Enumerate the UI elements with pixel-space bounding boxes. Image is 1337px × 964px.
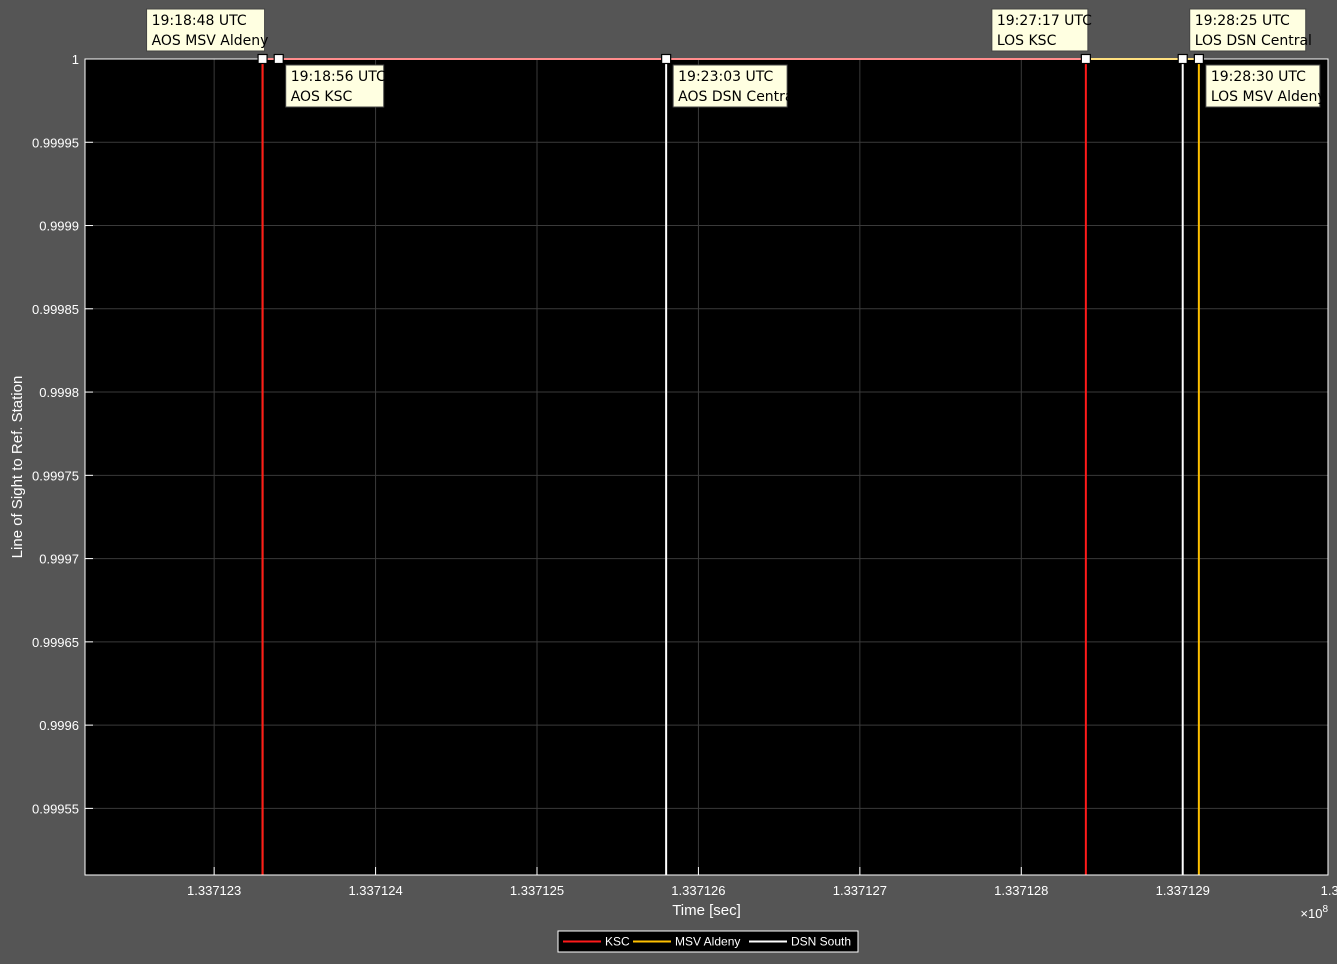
y-tick-label: 0.99995 <box>32 135 79 150</box>
x-tick-label: 1.337124 <box>348 883 402 898</box>
x-axis-exponent-base: ×10 <box>1300 906 1322 921</box>
legend-label: MSV Aldeny <box>675 935 740 949</box>
x-tick-label: 1.33713 <box>1321 883 1337 898</box>
y-tick-label: 1 <box>72 52 79 67</box>
datatip[interactable]: 19:18:48 UTC AOS MSV Aldeny <box>146 8 269 65</box>
y-tick-label: 0.9998 <box>39 385 79 400</box>
datatip-marker[interactable] <box>1080 53 1091 65</box>
datatip-event: AOS MSV Aldeny <box>152 33 269 49</box>
datatip[interactable]: 19:27:17 UTC LOS KSC <box>991 8 1092 65</box>
x-tick-label: 1.337126 <box>671 883 725 898</box>
x-tick-label: 1.337128 <box>994 883 1048 898</box>
x-tick-label: 1.337127 <box>833 883 887 898</box>
x-axis-exponent-power: 8 <box>1322 904 1328 915</box>
datatip-marker[interactable] <box>273 53 284 65</box>
datatip-marker[interactable] <box>661 53 672 65</box>
datatip-marker[interactable] <box>1193 53 1204 65</box>
datatip-marker[interactable] <box>1177 53 1188 65</box>
datatip-time: 19:27:17 UTC <box>997 13 1092 29</box>
y-tick-label: 0.9996 <box>39 718 79 733</box>
datatip-time: 19:23:03 UTC <box>678 69 773 85</box>
x-tick-label: 1.337129 <box>1156 883 1210 898</box>
legend-label: KSC <box>605 935 630 949</box>
y-tick-label: 0.9999 <box>39 219 79 234</box>
datatip-time: 19:28:30 UTC <box>1211 69 1306 85</box>
x-tick-label: 1.337125 <box>510 883 564 898</box>
datatip-time: 19:18:48 UTC <box>152 13 247 29</box>
chart-svg: 1.337123 1.337124 1.337125 1.337126 1.337127… <box>9 8 1337 953</box>
legend-label: DSN South <box>791 935 851 949</box>
y-tick-label: 0.99965 <box>32 635 79 650</box>
y-tick-label: 0.9997 <box>39 552 79 567</box>
y-tick-label: 0.99985 <box>32 302 79 317</box>
datatip-event: AOS DSN Central <box>678 89 797 105</box>
x-axis-label: Time [sec] <box>672 902 741 919</box>
y-tick-label: 0.99955 <box>32 801 79 816</box>
datatip-time: 19:18:56 UTC <box>291 69 386 85</box>
datatip-event: LOS DSN Central <box>1195 33 1312 49</box>
x-tick-label: 1.337123 <box>187 883 241 898</box>
datatip-event: AOS KSC <box>291 89 353 105</box>
plot-area <box>85 59 1328 875</box>
datatip-event: LOS KSC <box>997 33 1057 49</box>
datatip-marker[interactable] <box>257 53 268 65</box>
y-axis-label: Line of Sight to Ref. Station <box>9 376 26 559</box>
x-axis-exponent: ×108 <box>1300 904 1328 921</box>
legend[interactable]: KSC MSV Aldeny DSN South <box>557 930 859 953</box>
y-tick-label: 0.99975 <box>32 468 79 483</box>
chart-figure: 1.337123 1.337124 1.337125 1.337126 1.337127… <box>0 0 1337 959</box>
y-axis-ticks: 0.99955 0.9996 0.99965 0.9997 0.99975 0.9998 0… <box>32 52 93 816</box>
datatip-event: LOS MSV Aldeny <box>1211 89 1326 105</box>
datatip-time: 19:28:25 UTC <box>1195 13 1290 29</box>
